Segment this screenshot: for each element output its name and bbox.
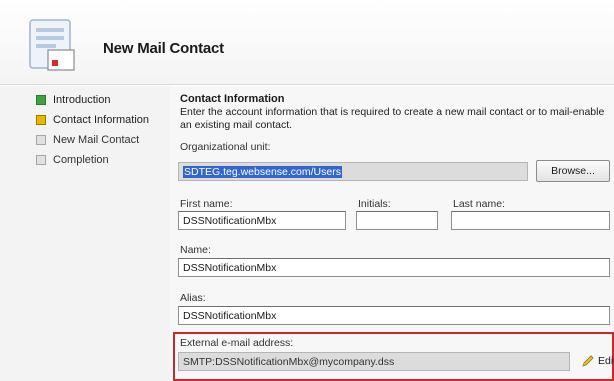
org-unit-label: Organizational unit:: [180, 141, 271, 153]
step-pending-icon: [36, 135, 46, 145]
browse-button[interactable]: Browse...: [536, 160, 610, 182]
pencil-icon: [582, 355, 594, 367]
step-label: Contact Information: [53, 114, 149, 126]
step-label: New Mail Contact: [53, 134, 140, 146]
section-title: Contact Information: [180, 93, 285, 105]
edit-email-button[interactable]: Edit... ▼: [581, 354, 614, 368]
step-new-mail-contact: New Mail Contact: [36, 133, 139, 147]
name-label: Name:: [180, 244, 211, 256]
alias-field[interactable]: DSSNotificationMbx: [178, 306, 610, 325]
wizard-header: New Mail Contact: [0, 0, 614, 85]
external-email-label: External e-mail address:: [180, 337, 294, 349]
last-name-label: Last name:: [453, 198, 505, 210]
org-unit-field[interactable]: SDTEG.teg.websense.com/Users: [178, 162, 528, 181]
step-label: Introduction: [53, 94, 111, 106]
wizard-document-icon: [29, 19, 75, 71]
name-field[interactable]: DSSNotificationMbx: [178, 258, 610, 277]
alias-label: Alias:: [180, 292, 206, 304]
step-introduction: Introduction: [36, 93, 110, 107]
section-description: Enter the account information that is re…: [180, 106, 605, 131]
first-name-field[interactable]: DSSNotificationMbx: [178, 211, 346, 230]
wizard-content: Contact Information Enter the account in…: [170, 86, 614, 381]
step-pending-icon: [36, 155, 46, 165]
step-contact-information: Contact Information: [36, 113, 149, 127]
org-unit-value: SDTEG.teg.websense.com/Users: [183, 166, 342, 178]
wizard-steps: Introduction Contact Information New Mai…: [0, 86, 170, 381]
step-completion: Completion: [36, 153, 109, 167]
page-title: New Mail Contact: [103, 40, 224, 57]
edit-label: Edit...: [598, 355, 614, 367]
last-name-field[interactable]: [451, 211, 610, 230]
external-email-field[interactable]: SMTP:DSSNotificationMbx@mycompany.dss: [178, 352, 570, 371]
step-current-icon: [36, 115, 46, 125]
step-label: Completion: [53, 154, 109, 166]
initials-label: Initials:: [358, 198, 391, 210]
first-name-label: First name:: [180, 198, 233, 210]
initials-field[interactable]: [356, 211, 438, 230]
step-complete-icon: [36, 95, 46, 105]
